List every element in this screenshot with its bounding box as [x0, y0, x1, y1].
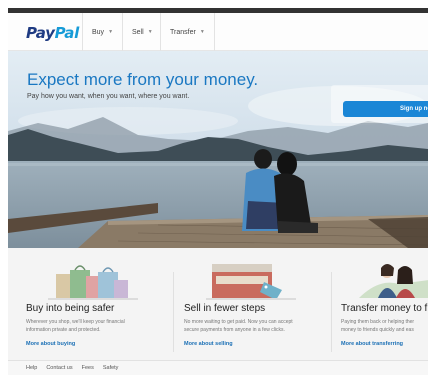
footer-link-contact-us[interactable]: Contact us: [46, 365, 72, 371]
chevron-down-icon: ▼: [108, 29, 114, 35]
feature-buy-desc-line2: information private and protected.: [26, 327, 101, 333]
sell-box-tag-icon: [206, 264, 296, 300]
feature-sell: Sell in fewer steps No more waiting to g…: [184, 248, 334, 360]
feature-divider: [173, 272, 174, 352]
feature-buy: Buy into being safer Wherever you shop, …: [26, 248, 176, 360]
feature-divider: [331, 272, 332, 352]
more-about-selling-link[interactable]: More about selling: [184, 341, 233, 347]
feature-transfer-desc-line1: Paying them back or helping ther: [341, 319, 415, 325]
site-header: PayPal Buy ▼ Sell ▼ Transfer ▼: [8, 13, 428, 51]
feature-transfer-desc-line2: money to friends quickly and eas: [341, 327, 414, 333]
feature-buy-desc-line1: Wherever you shop, we'll keep your finan…: [26, 319, 125, 325]
nav-transfer-label: Transfer: [170, 28, 196, 36]
more-about-transferring-link[interactable]: More about transferring: [341, 341, 403, 347]
sign-up-button[interactable]: Sign up no: [343, 101, 428, 117]
footer-link-help[interactable]: Help: [26, 365, 37, 371]
feature-sell-desc-line2: secure payments from anyone in a few cli…: [184, 327, 285, 333]
feature-buy-description: Wherever you shop, we'll keep your finan…: [26, 318, 125, 334]
feature-buy-title: Buy into being safer: [26, 303, 115, 314]
nav-sell-label: Sell: [132, 28, 144, 36]
footer-link-safety[interactable]: Safety: [103, 365, 119, 371]
feature-sell-desc-line1: No more waiting to get paid. Now you can…: [184, 319, 293, 325]
features-section: Buy into being safer Wherever you shop, …: [8, 248, 428, 360]
paypal-home-page: PayPal Buy ▼ Sell ▼ Transfer ▼ Expect mo…: [8, 8, 428, 375]
people-transfer-icon: [359, 264, 428, 298]
logo-pay-text: Pay: [26, 24, 55, 42]
more-about-buying-link[interactable]: More about buying: [26, 341, 75, 347]
shopping-bags-icon: [48, 265, 138, 300]
nav-buy[interactable]: Buy ▼: [82, 13, 122, 51]
feature-sell-title: Sell in fewer steps: [184, 303, 266, 314]
nav-transfer[interactable]: Transfer ▼: [160, 13, 215, 51]
feature-transfer-description: Paying them back or helping ther money t…: [341, 318, 414, 334]
feature-sell-description: No more waiting to get paid. Now you can…: [184, 318, 293, 334]
footer-link-fees[interactable]: Fees: [82, 365, 94, 371]
chevron-down-icon: ▼: [199, 29, 205, 35]
site-footer: Help Contact us Fees Safety: [8, 360, 428, 375]
nav-sell[interactable]: Sell ▼: [122, 13, 160, 51]
hero-title: Expect more from your money.: [27, 70, 259, 89]
chevron-down-icon: ▼: [147, 29, 153, 35]
hero-subtitle: Pay how you want, when you want, where y…: [27, 93, 190, 100]
paypal-logo[interactable]: PayPal: [26, 24, 79, 42]
feature-transfer: Transfer money to f Paying them back or …: [341, 248, 428, 360]
feature-transfer-title: Transfer money to f: [341, 303, 428, 314]
hero-banner: Expect more from your money. Pay how you…: [8, 51, 428, 248]
logo-pal-text: Pal: [54, 24, 80, 42]
nav-buy-label: Buy: [92, 28, 105, 36]
